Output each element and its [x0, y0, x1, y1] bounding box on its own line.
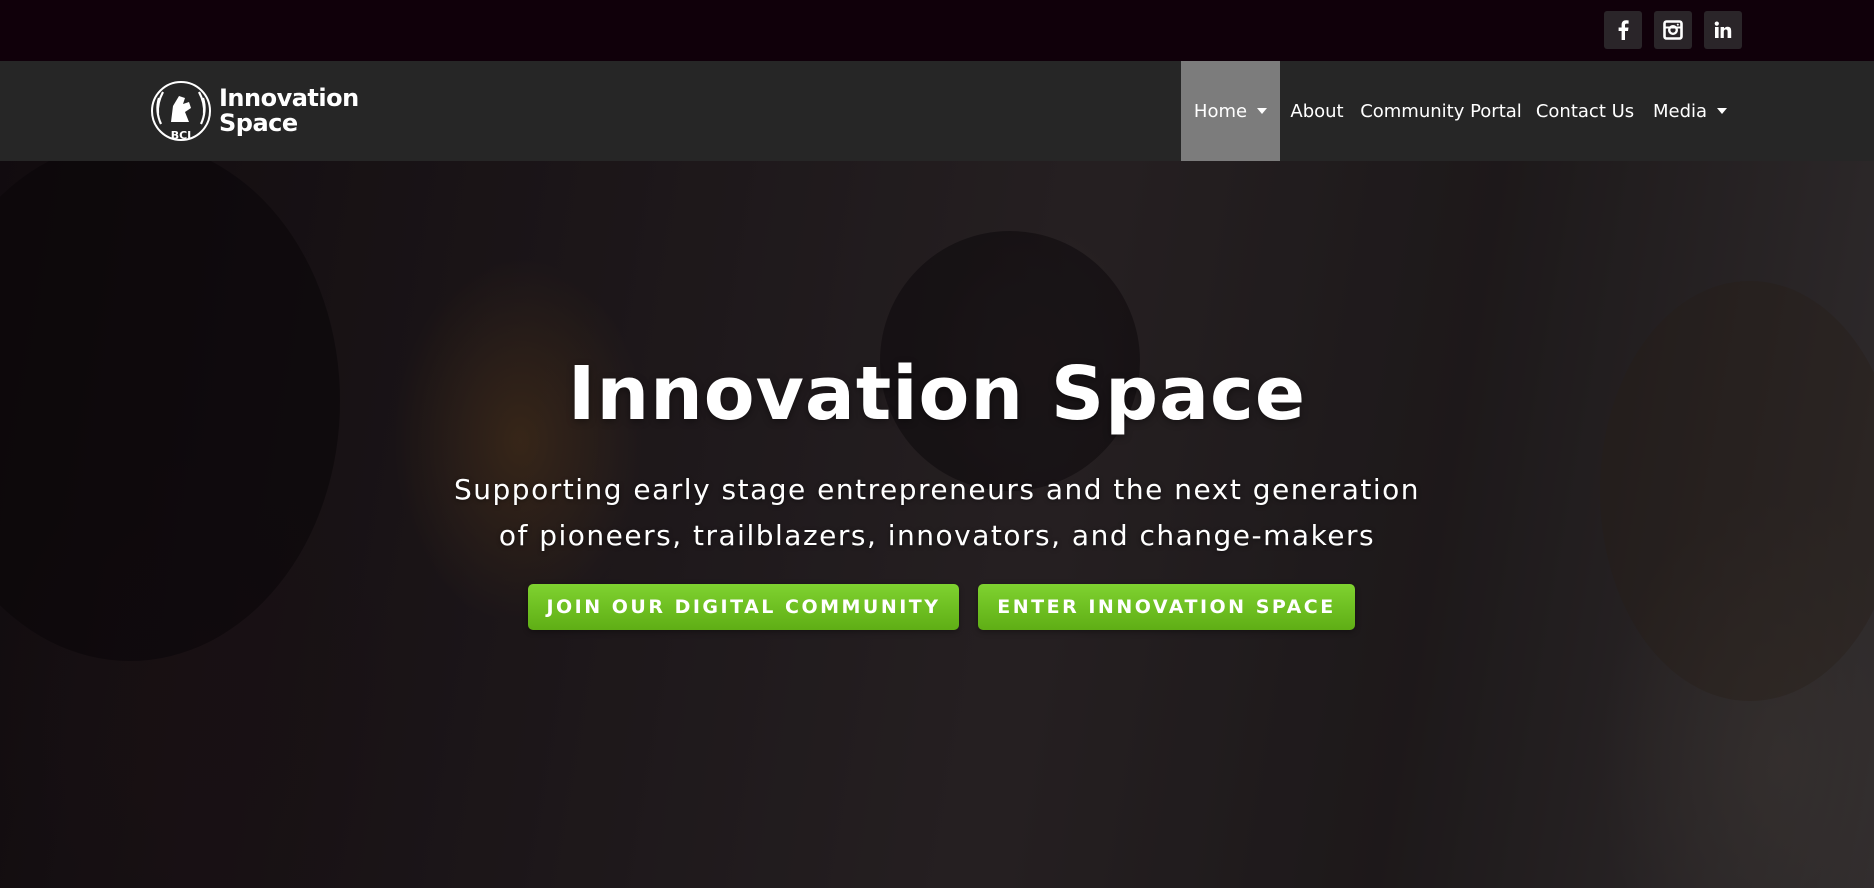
linkedin-icon [1714, 21, 1732, 38]
enter-innovation-space-button[interactable]: ENTER INNOVATION SPACE [978, 584, 1355, 630]
instagram-icon [1663, 20, 1683, 40]
nav-item-label: Media [1652, 100, 1708, 122]
linkedin-button[interactable] [1704, 11, 1742, 49]
hero-subtitle-line-2: of pioneers, trailblazers, innovators, a… [498, 519, 1376, 552]
nav-item-about[interactable]: About [1286, 61, 1348, 161]
hero-subtitle-line-1: Supporting early stage entrepreneurs and… [454, 473, 1420, 506]
instagram-button[interactable] [1654, 11, 1692, 49]
caret-down-icon [1257, 108, 1268, 114]
logo-line-2: Space [219, 109, 298, 137]
join-community-button[interactable]: JOIN OUR DIGITAL COMMUNITY [528, 584, 959, 630]
facebook-icon [1618, 20, 1629, 40]
main-header: BCI Innovation Space Home About Communit… [0, 61, 1874, 161]
hero-title: Innovation Space [567, 351, 1307, 437]
nav-item-label: Home [1193, 100, 1248, 122]
logo-line-1: Innovation [219, 84, 359, 112]
nav-item-home[interactable]: Home [1181, 61, 1280, 161]
facebook-button[interactable] [1604, 11, 1642, 49]
nav-item-label: Contact Us [1535, 100, 1635, 122]
hero-subtitle: Supporting early stage entrepreneurs and… [0, 467, 1874, 559]
nav-item-media[interactable]: Media [1648, 61, 1732, 161]
nav-item-label: Community Portal [1360, 100, 1522, 122]
crest-emblem-icon: BCI [151, 81, 211, 142]
caret-down-icon [1717, 108, 1728, 114]
hero-section: Innovation Space Supporting early stage … [0, 161, 1874, 888]
svg-text:BCI: BCI [171, 129, 192, 142]
nav-item-contact-us[interactable]: Contact Us [1536, 61, 1634, 161]
social-bar [0, 0, 1874, 61]
nav-item-label: About [1290, 100, 1344, 122]
nav-item-community-portal[interactable]: Community Portal [1360, 61, 1522, 161]
logo-wordmark: Innovation Space [219, 86, 359, 136]
site-logo[interactable]: BCI Innovation Space [149, 78, 359, 144]
